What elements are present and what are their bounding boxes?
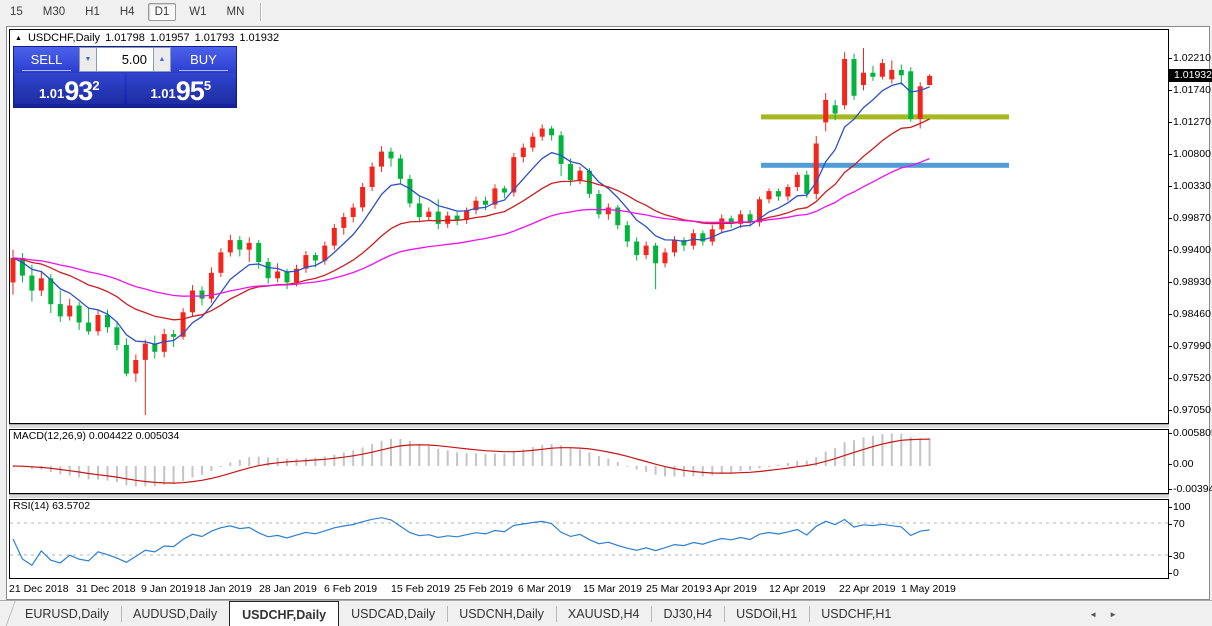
ohlc-open: 1.01798 xyxy=(105,32,145,44)
date-axis-label: 6 Feb 2019 xyxy=(324,583,377,595)
date-axis-label: 6 Mar 2019 xyxy=(518,583,571,595)
tab-scroll-nav: ◄ ► xyxy=(1089,601,1117,626)
buy-button[interactable]: BUY xyxy=(171,47,236,72)
date-axis-label: 3 Apr 2019 xyxy=(706,583,757,595)
macd-label: MACD(12,26,9) 0.004422 0.005034 xyxy=(13,430,179,442)
tab-eurusd-daily[interactable]: EURUSD,Daily xyxy=(13,601,121,626)
buy-price-prefix: 1.01 xyxy=(150,86,175,101)
price-tick-label: 1.00330 xyxy=(1173,180,1211,192)
macd-tick-label: 0.00 xyxy=(1173,458,1193,470)
timeframe-d1-button[interactable]: D1 xyxy=(148,3,177,21)
tab-xauusd-h4[interactable]: XAUUSD,H4 xyxy=(556,601,652,626)
timeframe-h4-button[interactable]: H4 xyxy=(113,3,142,21)
price-tick-label: 0.98930 xyxy=(1173,276,1211,288)
chart-tabbar: EURUSD,Daily AUDUSD,Daily USDCHF,Daily U… xyxy=(0,600,1212,626)
price-tick-label: 1.00800 xyxy=(1173,148,1211,160)
rsi-indicator-pane[interactable] xyxy=(9,499,1169,579)
price-tick-label: 0.97990 xyxy=(1173,340,1211,352)
ohlc-low: 1.01793 xyxy=(195,32,235,44)
tab-dj30-h4[interactable]: DJ30,H4 xyxy=(651,601,724,626)
rsi-label: RSI(14) 63.5702 xyxy=(13,500,90,512)
tab-usdchf-daily[interactable]: USDCHF,Daily xyxy=(229,601,339,626)
date-axis-label: 31 Dec 2018 xyxy=(76,583,136,595)
volume-increase-button[interactable]: ▲ xyxy=(153,47,171,72)
buy-price-sup: 5 xyxy=(204,78,211,93)
price-tick-label: 0.98460 xyxy=(1173,308,1211,320)
sell-price-prefix: 1.01 xyxy=(39,86,64,101)
macd-tick-label: 0.005805 xyxy=(1173,427,1212,439)
date-axis-label: 25 Feb 2019 xyxy=(454,583,513,595)
symbol-info-line: ▲ USDCHF,Daily 1.01798 1.01957 1.01793 1… xyxy=(15,32,279,44)
sell-price-big: 93 xyxy=(64,78,92,104)
tab-usdoil-h1[interactable]: USDOil,H1 xyxy=(724,601,809,626)
current-price-label: 1.01932 xyxy=(1169,69,1212,82)
timeframe-toolbar: 15 M30 H1 H4 D1 W1 MN xyxy=(0,0,1212,24)
tab-usdcnh-daily[interactable]: USDCNH,Daily xyxy=(447,601,556,626)
price-tick-label: 0.99870 xyxy=(1173,212,1211,224)
volume-input[interactable]: 5.00 xyxy=(97,47,153,72)
symbol-title: USDCHF,Daily xyxy=(28,32,100,44)
date-axis-label: 25 Mar 2019 xyxy=(646,583,705,595)
rsi-tick-label: 70 xyxy=(1173,518,1185,530)
price-tick-label: 0.97520 xyxy=(1173,372,1211,384)
timeframe-m15-button[interactable]: 15 xyxy=(3,3,30,21)
price-tick-label: 0.97050 xyxy=(1173,404,1211,416)
price-tick-label: 0.99400 xyxy=(1173,244,1211,256)
buy-price-display[interactable]: 1.01955 xyxy=(127,73,236,104)
timeframe-h1-button[interactable]: H1 xyxy=(78,3,107,21)
price-tick-label: 1.01270 xyxy=(1173,116,1211,128)
price-tick-label: 1.01740 xyxy=(1173,84,1211,96)
price-tick-label: 1.02210 xyxy=(1173,52,1211,64)
volume-decrease-button[interactable]: ▼ xyxy=(79,47,97,72)
rsi-tick-label: 30 xyxy=(1173,550,1185,562)
tab-usdchf-h1[interactable]: USDCHF,H1 xyxy=(809,601,903,626)
date-axis-label: 12 Apr 2019 xyxy=(769,583,826,595)
tab-audusd-daily[interactable]: AUDUSD,Daily xyxy=(121,601,229,626)
ohlc-close: 1.01932 xyxy=(239,32,279,44)
one-click-trading-panel: SELL ▼ 5.00 ▲ BUY 1.01932 1.01955 xyxy=(13,46,237,108)
macd-tick-label: -0.003945 xyxy=(1173,483,1212,495)
tab-usdcad-daily[interactable]: USDCAD,Daily xyxy=(339,601,447,626)
tabs-scroll-right-icon[interactable]: ► xyxy=(1109,610,1117,619)
macd-indicator-pane[interactable] xyxy=(9,429,1169,494)
sell-price-display[interactable]: 1.01932 xyxy=(15,73,124,104)
timeframe-mn-button[interactable]: MN xyxy=(220,3,252,21)
date-axis-label: 1 May 2019 xyxy=(901,583,956,595)
collapse-triangle-icon[interactable]: ▲ xyxy=(15,35,22,42)
toolbar-separator xyxy=(260,3,262,21)
date-axis-label: 9 Jan 2019 xyxy=(141,583,193,595)
rsi-tick-label: 0 xyxy=(1173,567,1179,579)
timeframe-m30-button[interactable]: M30 xyxy=(36,3,72,21)
sell-button[interactable]: SELL xyxy=(14,47,79,72)
date-axis-label: 15 Mar 2019 xyxy=(583,583,642,595)
ohlc-high: 1.01957 xyxy=(150,32,190,44)
buy-price-big: 95 xyxy=(176,78,204,104)
date-axis-label: 21 Dec 2018 xyxy=(9,583,69,595)
rsi-tick-label: 100 xyxy=(1173,501,1191,513)
date-axis-label: 15 Feb 2019 xyxy=(391,583,450,595)
mt4-window: 15 M30 H1 H4 D1 W1 MN ▲ USDCHF,Daily 1.0… xyxy=(0,0,1212,626)
sell-price-sup: 2 xyxy=(92,78,99,93)
date-axis-label: 22 Apr 2019 xyxy=(839,583,896,595)
tabs-scroll-left-icon[interactable]: ◄ xyxy=(1089,610,1097,619)
date-axis-label: 18 Jan 2019 xyxy=(194,583,252,595)
chart-window: ▲ USDCHF,Daily 1.01798 1.01957 1.01793 1… xyxy=(6,26,1210,600)
date-axis-label: 28 Jan 2019 xyxy=(259,583,317,595)
timeframe-w1-button[interactable]: W1 xyxy=(182,3,213,21)
